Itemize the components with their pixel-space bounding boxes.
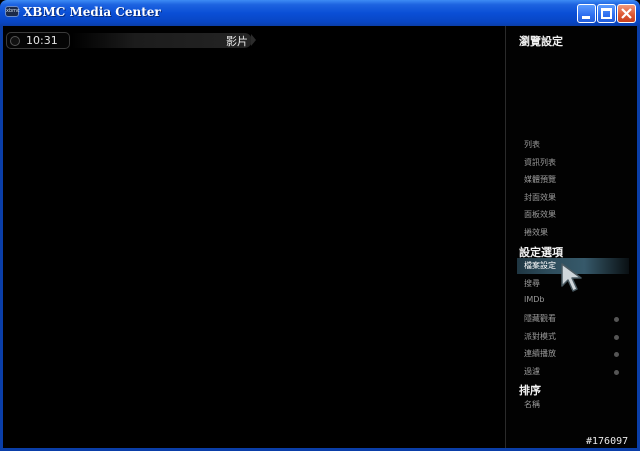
view-item-panel-effect[interactable]: 面板效果 <box>524 209 556 220</box>
settings-item-search[interactable]: 搜尋 <box>524 278 540 289</box>
view-item-list[interactable]: 列表 <box>524 139 540 150</box>
close-button[interactable] <box>617 4 636 23</box>
toggle-indicator-hide-watched[interactable] <box>614 317 619 322</box>
clock-time: 10:31 <box>26 34 58 47</box>
clock: 10:31 <box>6 32 70 49</box>
window-title: XBMC Media Center <box>23 5 161 19</box>
maximize-button[interactable] <box>597 4 616 23</box>
section-title: 影片 <box>226 35 248 48</box>
settings-item-filter[interactable]: 過濾 <box>524 366 540 377</box>
view-item-info-list[interactable]: 資訊列表 <box>524 157 556 168</box>
sort-item-name[interactable]: 名稱 <box>524 399 540 410</box>
minimize-button[interactable] <box>577 4 596 23</box>
view-item-scroll-effect[interactable]: 捲效果 <box>524 227 548 238</box>
watermark: #176097 <box>586 436 629 447</box>
settings-item-imdb[interactable]: IMDb <box>524 295 545 304</box>
title-bar[interactable]: xbmc XBMC Media Center <box>0 0 640 26</box>
toggle-indicator-filter[interactable] <box>614 370 619 375</box>
close-icon <box>621 8 632 19</box>
sort-section-title: 排序 <box>519 384 541 397</box>
header-arrow-icon <box>251 34 256 46</box>
settings-item-party-mode[interactable]: 派對模式 <box>524 331 556 342</box>
maximize-icon <box>601 8 612 19</box>
xbmc-app-icon[interactable]: xbmc <box>5 6 20 17</box>
clock-icon <box>10 36 20 46</box>
mouse-cursor-icon <box>561 263 582 292</box>
header-bar <box>72 33 252 48</box>
settings-item-continuous-play[interactable]: 連續播放 <box>524 348 556 359</box>
toggle-indicator-continuous-play[interactable] <box>614 352 619 357</box>
settings-item-file-settings[interactable]: 檔案設定 <box>524 260 556 271</box>
panel-title: 瀏覽設定 <box>519 35 563 48</box>
settings-item-hide-watched[interactable]: 隱藏觀看 <box>524 313 556 324</box>
minimize-icon <box>582 16 590 19</box>
toggle-indicator-party-mode[interactable] <box>614 335 619 340</box>
view-item-cover-effect[interactable]: 封面效果 <box>524 192 556 203</box>
view-item-media-preview[interactable]: 媒體預覽 <box>524 174 556 185</box>
